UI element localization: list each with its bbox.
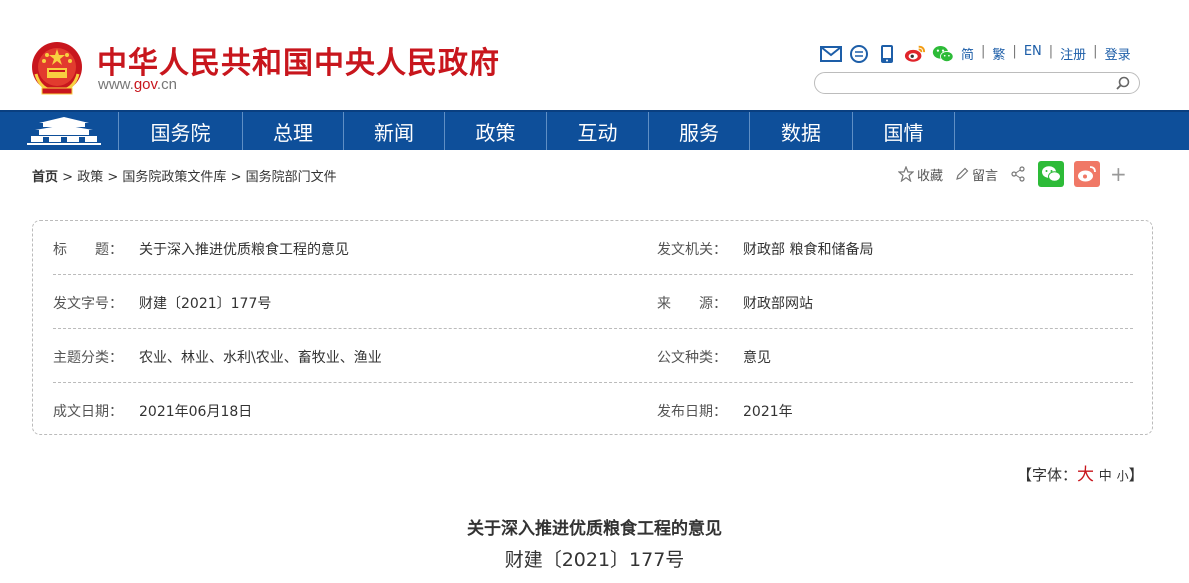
info-row: 发文字号： 财建〔2021〕177号 来 源： 财政部网站 [53, 275, 1133, 328]
register-link[interactable]: 注册 [1060, 44, 1086, 63]
login-link[interactable]: 登录 [1105, 44, 1131, 63]
nav-item-national-info[interactable]: 国情 [852, 112, 955, 150]
info-label: 标 题： [53, 242, 123, 258]
info-value: 2021年06月18日 [139, 404, 253, 420]
breadcrumb-separator: > [62, 170, 74, 185]
info-value: 财建〔2021〕177号 [139, 296, 272, 312]
info-value: 意见 [743, 350, 771, 366]
message-icon[interactable] [848, 43, 870, 65]
breadcrumb-home[interactable]: 首页 [32, 170, 58, 185]
lang-separator: | [981, 44, 986, 59]
wechat-share-button[interactable] [1038, 161, 1065, 187]
info-row: 标 题： 关于深入推进优质粮食工程的意见 发文机关： 财政部 粮食和储备局 [53, 221, 1133, 274]
comment-label: 留言 [972, 168, 999, 184]
lang-separator: | [1093, 44, 1098, 59]
info-label: 发文字号： [53, 296, 123, 312]
lang-traditional-link[interactable]: 繁 [992, 44, 1005, 63]
nav-items: 国务院 总理 新闻 政策 互动 服务 数据 国情 [118, 112, 955, 150]
info-label: 来 源： [657, 296, 727, 312]
wechat-icon [1042, 166, 1062, 182]
weibo-icon [1078, 166, 1096, 182]
breadcrumb-item[interactable]: 国务院政策文件库 [122, 170, 226, 185]
document-info-table: 标 题： 关于深入推进优质粮食工程的意见 发文机关： 财政部 粮食和储备局 发文… [32, 220, 1153, 435]
breadcrumb-separator: > [107, 170, 119, 185]
site-header: 中华人民共和国中央人民政府 www.gov.cn 简 | 繁 | EN | 注册… [0, 0, 1189, 110]
nav-item-premier[interactable]: 总理 [242, 112, 343, 150]
comment-button[interactable]: 留言 [955, 165, 998, 184]
document-number: 财建〔2021〕177号 [504, 549, 685, 571]
favorite-button[interactable]: 收藏 [898, 165, 943, 184]
star-icon [898, 166, 914, 182]
font-size-suffix: 】 [1128, 466, 1144, 484]
breadcrumb: 首页 > 政策 > 国务院政策文件库 > 国务院部门文件 [32, 166, 337, 185]
nav-item-news[interactable]: 新闻 [343, 112, 444, 150]
breadcrumb-item[interactable]: 国务院部门文件 [246, 170, 337, 185]
info-label: 公文种类： [657, 350, 727, 366]
share-icon [1011, 166, 1025, 182]
lang-simplified-link[interactable]: 简 [961, 44, 974, 63]
breadcrumb-separator: > [230, 170, 242, 185]
search-input[interactable] [825, 75, 1109, 93]
search-box [814, 72, 1140, 94]
mail-icon[interactable] [820, 43, 842, 65]
search-icon[interactable] [1115, 75, 1131, 95]
site-url-suffix: .cn [156, 76, 177, 93]
info-label: 发布日期： [657, 404, 727, 420]
info-label: 主题分类： [53, 350, 123, 366]
info-label: 发文机关： [657, 242, 727, 258]
pencil-icon [956, 167, 969, 180]
language-links: 简 | 繁 | EN | 注册 | 登录 [961, 44, 1131, 63]
info-value: 财政部网站 [743, 296, 813, 312]
info-value: 关于深入推进优质粮食工程的意见 [139, 242, 349, 258]
nav-item-policy[interactable]: 政策 [444, 112, 546, 150]
national-emblem-icon[interactable] [30, 40, 84, 96]
breadcrumb-item[interactable]: 政策 [77, 170, 103, 185]
mobile-icon[interactable] [876, 43, 898, 65]
nav-item-state-council[interactable]: 国务院 [118, 112, 242, 150]
font-size-small-button[interactable]: 小 [1117, 469, 1129, 483]
lang-separator: | [1048, 44, 1054, 59]
article-tools: 收藏 留言 + [898, 160, 1127, 188]
share-icons [820, 42, 954, 66]
nav-item-services[interactable]: 服务 [648, 112, 749, 150]
wechat-icon[interactable] [932, 43, 954, 65]
info-value: 财政部 粮食和储备局 [743, 242, 874, 258]
main-nav: 国务院 总理 新闻 政策 互动 服务 数据 国情 [0, 110, 1189, 150]
tiananmen-icon[interactable] [25, 115, 103, 147]
font-size-switcher: 【字体：大 中 小】 [1017, 460, 1144, 485]
weibo-share-button[interactable] [1074, 161, 1101, 187]
nav-item-interaction[interactable]: 互动 [546, 112, 648, 150]
more-share-icon[interactable]: + [1110, 162, 1127, 186]
share-button[interactable] [1010, 166, 1026, 182]
font-size-large-button[interactable]: 大 [1077, 465, 1094, 485]
info-label: 成文日期： [53, 404, 123, 420]
lang-english-link[interactable]: EN [1024, 44, 1042, 63]
info-row: 成文日期： 2021年06月18日 发布日期： 2021年 [53, 383, 1133, 436]
document-title: 关于深入推进优质粮食工程的意见 [467, 519, 722, 539]
info-value: 2021年 [743, 404, 793, 420]
font-size-prefix: 【字体： [1017, 466, 1078, 484]
site-url-prefix: www. [98, 76, 134, 93]
lang-separator: | [1012, 44, 1017, 59]
font-size-medium-button[interactable]: 中 [1099, 469, 1112, 484]
site-url-gov: gov [133, 76, 157, 93]
info-row: 主题分类： 农业、林业、水利\农业、畜牧业、渔业 公文种类： 意见 [53, 329, 1133, 382]
nav-item-data[interactable]: 数据 [749, 112, 852, 150]
site-url[interactable]: www.gov.cn [98, 76, 177, 93]
info-value: 农业、林业、水利\农业、畜牧业、渔业 [139, 350, 382, 366]
weibo-icon[interactable] [904, 43, 926, 65]
favorite-label: 收藏 [917, 168, 944, 184]
